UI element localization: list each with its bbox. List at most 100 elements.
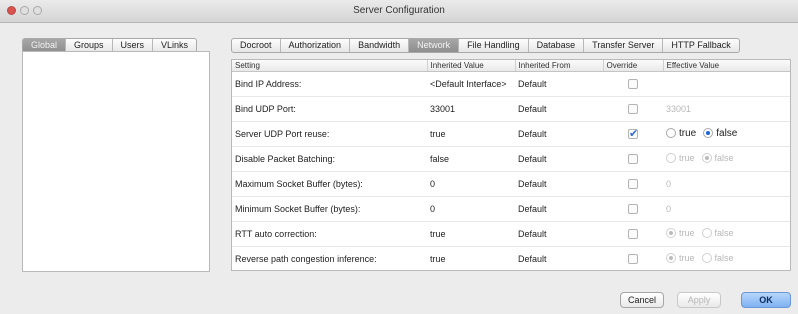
table-row[interactable]: Server UDP Port reuse: true Default true… [232, 121, 790, 147]
table-row[interactable]: Maximum Socket Buffer (bytes): 0 Default… [232, 171, 790, 197]
column-header-inherited-value[interactable]: Inherited Value [427, 60, 516, 72]
effective-value: true false [663, 221, 790, 247]
radio-false [701, 153, 712, 163]
inherited-from: Default [515, 171, 603, 197]
radio-false [701, 253, 712, 263]
override-checkbox[interactable] [628, 104, 638, 115]
effective-radio-group: true false [666, 228, 741, 238]
override-cell [603, 71, 663, 97]
radio-false-option: false [701, 153, 734, 163]
effective-value: 0 [663, 171, 790, 197]
effective-value: true false [663, 246, 790, 270]
apply-button[interactable]: Apply [677, 292, 721, 308]
override-cell [603, 96, 663, 122]
config-tab-bar: Docroot Authorization Bandwidth Network … [231, 38, 740, 53]
radio-false-label: false [714, 153, 734, 163]
radio-false-option[interactable]: false [703, 128, 737, 139]
radio-true-label: true [679, 228, 695, 238]
column-header-inherited-from[interactable]: Inherited From [515, 60, 604, 72]
server-configuration-window: Server Configuration Global Groups Users… [0, 0, 798, 314]
inherited-value: true [427, 246, 515, 270]
radio-false-option: false [701, 253, 734, 263]
override-cell [603, 221, 663, 247]
cancel-button[interactable]: Cancel [620, 292, 664, 308]
entity-list-panel[interactable] [22, 51, 210, 272]
effective-radio-group: true false [666, 128, 744, 139]
inherited-value: true [427, 221, 515, 247]
tab-transfer-server[interactable]: Transfer Server [584, 39, 664, 52]
override-checkbox[interactable] [628, 127, 638, 140]
inherited-from: Default [515, 96, 603, 122]
radio-true-label: true [679, 253, 695, 263]
radio-true-option: true [666, 153, 695, 163]
setting-name: Disable Packet Batching: [232, 146, 427, 172]
table-header-row: Setting Inherited Value Inherited From O… [232, 60, 790, 72]
table-row[interactable]: Bind UDP Port: 33001 Default 33001 [232, 96, 790, 122]
override-checkbox[interactable] [628, 79, 638, 90]
override-cell [603, 196, 663, 222]
effective-value: 33001 [663, 96, 790, 122]
radio-false [701, 228, 712, 238]
radio-true-label: true [679, 127, 697, 139]
override-checkbox[interactable] [628, 154, 638, 165]
radio-true[interactable] [666, 128, 676, 139]
radio-true [666, 228, 676, 238]
table-row[interactable]: Minimum Socket Buffer (bytes): 0 Default… [232, 196, 790, 222]
inherited-from: Default [515, 71, 603, 97]
radio-true-option[interactable]: true [666, 128, 696, 139]
setting-name: Bind UDP Port: [232, 96, 427, 122]
tab-authorization[interactable]: Authorization [281, 39, 351, 52]
effective-value: true false [663, 146, 790, 172]
radio-true-option: true [666, 253, 695, 263]
tab-database[interactable]: Database [529, 39, 585, 52]
override-checkbox[interactable] [628, 179, 638, 190]
tab-network[interactable]: Network [409, 39, 460, 52]
effective-radio-group: true false [666, 153, 741, 163]
window-title: Server Configuration [353, 5, 445, 16]
radio-true [666, 153, 676, 163]
effective-value: 0 [663, 196, 790, 222]
inherited-value: false [427, 146, 515, 172]
title-bar: Server Configuration [0, 0, 798, 23]
effective-value [663, 71, 790, 97]
tab-docroot[interactable]: Docroot [232, 39, 281, 52]
inherited-value: <Default Interface> [427, 71, 515, 97]
tab-bandwidth[interactable]: Bandwidth [350, 39, 410, 52]
override-cell [603, 146, 663, 172]
inherited-value: true [427, 121, 515, 147]
table-row[interactable]: RTT auto correction: true Default true f… [232, 221, 790, 247]
override-checkbox[interactable] [628, 229, 638, 240]
table-row[interactable]: Reverse path congestion inference: true … [232, 246, 790, 270]
radio-false[interactable] [703, 128, 714, 139]
setting-name: Bind IP Address: [232, 71, 427, 97]
tab-file-handling[interactable]: File Handling [459, 39, 529, 52]
inherited-value: 0 [427, 171, 515, 197]
radio-false-label: false [714, 253, 734, 263]
ok-button[interactable]: OK [741, 292, 791, 308]
column-header-setting[interactable]: Setting [232, 60, 428, 72]
override-cell [603, 171, 663, 197]
column-header-override[interactable]: Override [603, 60, 664, 72]
setting-name: Minimum Socket Buffer (bytes): [232, 196, 427, 222]
table-row[interactable]: Disable Packet Batching: false Default t… [232, 146, 790, 172]
override-checkbox[interactable] [628, 254, 638, 265]
override-cell [603, 246, 663, 270]
inherited-from: Default [515, 246, 603, 270]
override-checkbox[interactable] [628, 204, 638, 215]
inherited-from: Default [515, 121, 603, 147]
inherited-from: Default [515, 196, 603, 222]
radio-true [666, 253, 676, 263]
setting-name: RTT auto correction: [232, 221, 427, 247]
tab-http-fallback[interactable]: HTTP Fallback [663, 39, 738, 52]
radio-true-label: true [679, 153, 695, 163]
effective-radio-group: true false [666, 253, 741, 263]
inherited-from: Default [515, 221, 603, 247]
settings-table: Setting Inherited Value Inherited From O… [231, 59, 791, 271]
column-header-effective-value[interactable]: Effective Value [663, 60, 790, 72]
table-row[interactable]: Bind IP Address: <Default Interface> Def… [232, 71, 790, 97]
setting-name: Reverse path congestion inference: [232, 246, 427, 270]
radio-false-option: false [701, 228, 734, 238]
inherited-value: 0 [427, 196, 515, 222]
setting-name: Server UDP Port reuse: [232, 121, 427, 147]
inherited-value: 33001 [427, 96, 515, 122]
